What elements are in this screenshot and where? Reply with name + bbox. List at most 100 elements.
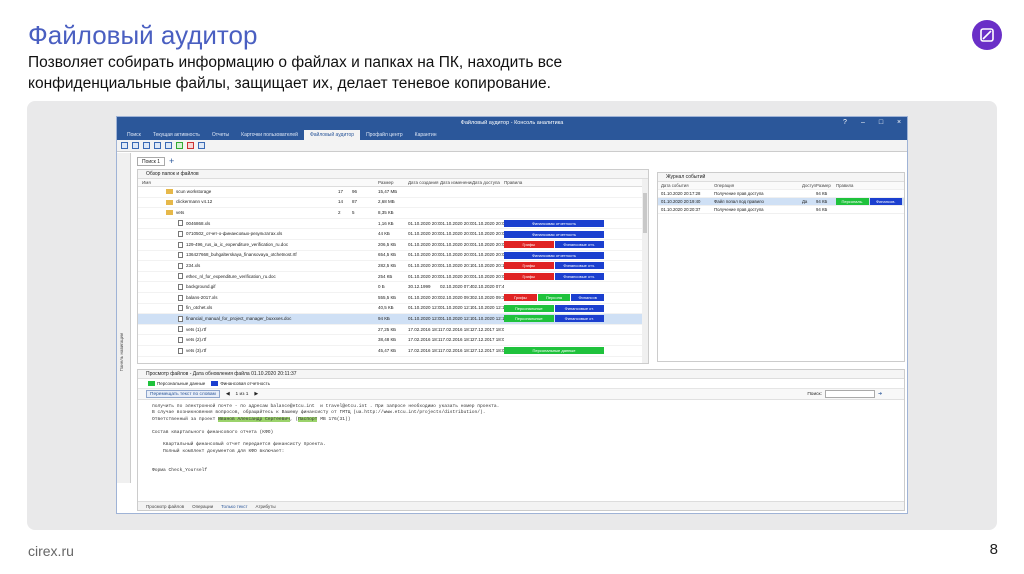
table-row[interactable]: 0046868.xls 1,16 КБ 01.10.2020 20:09 01.10.… (138, 219, 648, 230)
table-row[interactable]: vets (1).rtf 27,25 КБ 17.02.2016 18:13 17.0… (138, 325, 648, 336)
file-name: balans-2017.xls (186, 294, 218, 300)
slide-subtitle: Позволяет собирать информацию о файлах и… (28, 54, 563, 92)
search-input[interactable] (824, 390, 875, 398)
rule-tag: Грифы (504, 294, 537, 302)
folder-icon[interactable] (143, 142, 150, 149)
table-row[interactable]: balans-2017.xls 555,5 КБ 01.10.2020 20:09 0… (138, 293, 648, 304)
journal-row[interactable]: 01.10.2020 20:20:37 Получение прав доступ… (658, 206, 904, 214)
size-cell: 206,5 КБ (378, 241, 397, 247)
tab-5[interactable]: Профайл центр (360, 130, 409, 140)
search-label: Поиск: (807, 391, 822, 397)
save-icon[interactable] (121, 142, 128, 149)
table-row[interactable]: fin_otchet.xls 40,5 КБ 01.10.2020 12:05 01.… (138, 304, 648, 315)
tab-3[interactable]: Карточки пользователей (235, 130, 304, 140)
export-icon[interactable] (165, 142, 172, 149)
prev-page-icon[interactable]: ◀ (226, 392, 230, 397)
column-created[interactable]: Дата создания (408, 179, 440, 186)
download-icon[interactable] (198, 142, 205, 149)
count-cell-1: 14 (338, 199, 344, 205)
journal-row[interactable]: 01.10.2020 20:19:40 Файл попал под правил… (658, 198, 904, 206)
viewer-tab-3[interactable]: Атрибуты (256, 502, 276, 510)
modified-cell: 01.10.2020 12:11 (440, 315, 472, 321)
file-icon (178, 241, 183, 248)
column-modified[interactable]: Дата изменения (440, 179, 472, 186)
modified-cell: 01.10.2020 12:13 (440, 305, 472, 311)
rule-tag: Финансовая отчетность (504, 251, 604, 259)
copy-icon[interactable] (154, 142, 161, 149)
refresh-icon[interactable] (176, 142, 183, 149)
search-go-icon[interactable]: ➜ (878, 392, 882, 397)
files-column-header: Имя Размер Дата создания Дата изменения … (138, 179, 648, 187)
files-scrollbar[interactable] (642, 179, 648, 363)
tab-4[interactable]: Файловый аудитор (303, 130, 361, 140)
viewer-tab-1[interactable]: Операции (192, 502, 213, 510)
viewer-bottom-tabs: Просмотр файлов Операции Только текст Атриб… (138, 501, 904, 510)
tag-icon[interactable] (187, 142, 194, 149)
grid-icon[interactable] (132, 142, 139, 149)
column-icon-2[interactable] (352, 179, 366, 186)
close-icon[interactable]: × (895, 119, 903, 127)
journal-col-rules[interactable]: Правила (836, 182, 902, 189)
table-row[interactable]: 129-496_rus_ia_ic_expenditure_verificati… (138, 240, 648, 251)
viewer-tab-2[interactable]: Только текст (221, 502, 247, 510)
rule-tag: Грифы (504, 273, 554, 281)
file-name-cell: ethec_nl_for_expenditure_verification_ru… (138, 272, 338, 282)
journal-col-operation[interactable]: Операция (714, 182, 802, 189)
table-row[interactable]: vets (3).rtf 45,47 КБ 17.02.2016 18:13 17.0… (138, 346, 648, 357)
modified-cell: 01.10.2020 20:09 (440, 220, 472, 226)
table-row[interactable]: scun workstorage 17 96 15,47 МБ (138, 187, 648, 198)
wrap-words-button[interactable]: Перемещать текст по словам (146, 390, 220, 398)
table-row[interactable]: financial_manual_for_project_manager_bux… (138, 314, 648, 325)
doc-line-11: Форма Check_Yourself (152, 468, 208, 474)
table-row[interactable]: ethec_nl_for_expenditure_verification_ru… (138, 272, 648, 283)
maximize-icon[interactable]: □ (877, 119, 885, 127)
table-row[interactable]: background.gif 0 Б 30.12.1999 02.10.2020 07… (138, 282, 648, 293)
table-row[interactable]: clickermann v4.12 14 87 2,68 МБ (138, 198, 648, 209)
column-name[interactable]: Имя (138, 179, 338, 186)
journal-col-size[interactable]: Размер (816, 182, 836, 189)
column-size[interactable]: Размер (378, 179, 408, 186)
accessed-cell: 01.10.2020 20:14 (472, 262, 504, 268)
column-accessed[interactable]: Дата доступа (472, 179, 504, 186)
tab-6[interactable]: Карантин (409, 130, 443, 140)
scroll-thumb[interactable] (643, 193, 647, 233)
journal-col-access[interactable]: Доступ (802, 182, 816, 189)
created-cell: 01.10.2020 12:09 (408, 315, 440, 321)
table-row[interactable]: vets (2).rtf 38,48 КБ 17.02.2016 18:13 17.0… (138, 335, 648, 346)
rule-tag: Финансовые от. (554, 315, 604, 323)
tab-1[interactable]: Текущая активность (147, 130, 206, 140)
navigation-strip[interactable]: Панель навигации (117, 153, 131, 483)
rule-tag: Персональные (504, 315, 554, 323)
minimize-icon[interactable]: – (859, 119, 867, 127)
column-icon-1[interactable] (338, 179, 352, 186)
modified-cell: 17.02.2016 18:13 (440, 337, 472, 343)
table-row[interactable]: 0710502_отчет-о-финансовых-результатах.x… (138, 229, 648, 240)
help-icon[interactable]: ? (841, 119, 849, 127)
highlight-personal-1: Иванов Александр Сергеевич (218, 416, 290, 422)
journal-row[interactable]: 01.10.2020 20:17:28 Получение прав доступ… (658, 190, 904, 198)
table-row[interactable]: vets 2 5 8,35 КБ (138, 208, 648, 219)
viewer-tab-0[interactable]: Просмотр файлов (146, 502, 184, 510)
accessed-cell: 01.10.2020 20:09 (472, 252, 504, 258)
tab-0[interactable]: Поиск (121, 130, 147, 140)
journal-access (802, 190, 816, 197)
modified-cell: 01.10.2020 20:09 (440, 231, 472, 237)
column-rules[interactable]: Правила (504, 179, 604, 186)
tab-2[interactable]: Отчеты (206, 130, 235, 140)
table-row[interactable]: 234.xls 282,5 КБ 01.10.2020 20:09 01.10.202… (138, 261, 648, 272)
journal-col-date[interactable]: Дата события (658, 182, 714, 189)
add-tab-icon[interactable]: + (169, 157, 174, 166)
column-icon-3[interactable] (366, 179, 378, 186)
file-name: fin_otchet.xls (186, 305, 213, 311)
next-page-icon[interactable]: ▶ (254, 392, 258, 397)
created-cell: 01.10.2020 20:09 (408, 273, 440, 279)
file-name-cell: financial_manual_for_project_manager_bux… (138, 314, 338, 324)
subtab-search-1[interactable]: Поиск 1 (137, 157, 166, 166)
rules-cell: Грифы Финансовые отч. (504, 241, 604, 249)
file-name: vets (1).rtf (186, 326, 207, 332)
modified-cell: 01.10.2020 20:14 (440, 262, 472, 268)
table-row[interactable]: 136427668_buhgalterskaya_finansovaya_otc… (138, 251, 648, 262)
rules-cell: Персональные Финансовые от. (504, 315, 604, 323)
created-cell: 01.10.2020 20:09 (408, 262, 440, 268)
file-name-cell: vets (3).rtf (138, 346, 338, 356)
